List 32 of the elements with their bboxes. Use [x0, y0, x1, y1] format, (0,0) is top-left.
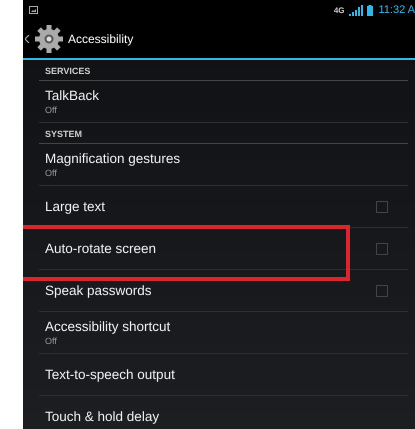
- settings-row[interactable]: Magnification gestures Off: [39, 144, 408, 186]
- setting-title: Magnification gestures: [45, 151, 182, 166]
- setting-title: Auto-rotate screen: [45, 241, 158, 256]
- setting-title: Touch & hold delay: [45, 409, 160, 424]
- gear-icon[interactable]: [34, 24, 64, 54]
- network-label: 4G: [334, 6, 344, 14]
- settings-row[interactable]: Large text: [39, 186, 408, 228]
- section-header: SYSTEM: [39, 123, 408, 144]
- setting-title: Speak passwords: [45, 283, 153, 298]
- checkbox[interactable]: [376, 242, 388, 254]
- setting-summary: Off: [45, 105, 58, 115]
- checkbox[interactable]: [376, 284, 388, 296]
- settings-row[interactable]: TalkBack Off: [39, 81, 408, 123]
- setting-title: Large text: [45, 199, 106, 214]
- settings-row[interactable]: Accessibility shortcut Off: [39, 312, 408, 354]
- settings-row[interactable]: Speak passwords: [39, 270, 408, 312]
- setting-title: Accessibility shortcut: [45, 319, 172, 334]
- setting-title: TalkBack: [45, 88, 100, 103]
- checkbox[interactable]: [376, 200, 388, 212]
- signal-icon: [348, 4, 362, 16]
- back-caret-icon[interactable]: [25, 35, 30, 43]
- setting-summary: Off: [45, 168, 58, 178]
- image-notification-icon: [29, 6, 38, 14]
- clock-time: 11:32 A: [378, 4, 415, 16]
- section-header: SERVICES: [39, 60, 408, 81]
- battery-icon: [366, 4, 372, 16]
- setting-title: Text-to-speech output: [45, 367, 176, 382]
- screen-title: Accessibility: [68, 32, 134, 46]
- settings-row[interactable]: Auto-rotate screen: [39, 228, 408, 270]
- setting-summary: Off: [45, 336, 58, 346]
- settings-row[interactable]: Touch & hold delay: [39, 396, 408, 429]
- settings-row[interactable]: Text-to-speech output: [39, 354, 408, 396]
